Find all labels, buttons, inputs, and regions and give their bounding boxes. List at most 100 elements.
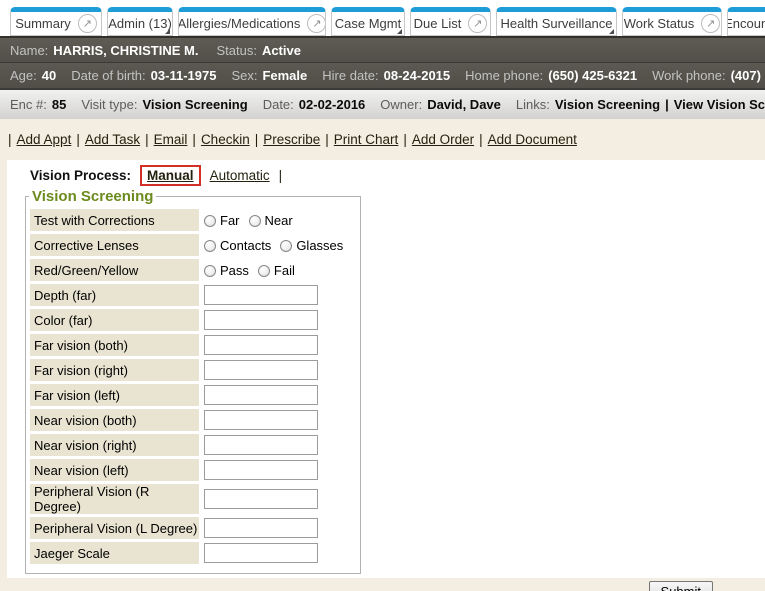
input-peripheral-vision-l-degree[interactable] (204, 518, 318, 538)
field-value: Far Near (201, 209, 352, 231)
encounter-label: Date: (263, 97, 294, 112)
tab-label: Work Status (624, 16, 695, 31)
radio-fail[interactable] (258, 265, 270, 277)
field-value (201, 434, 352, 456)
action-link-add-document[interactable]: Add Document (488, 132, 577, 147)
table-row: Peripheral Vision (L Degree) (30, 517, 352, 539)
links-separator: | (479, 132, 483, 147)
demographics-bar: Age:40Date of birth:03-11-1975Sex:Female… (0, 62, 765, 88)
field-value (201, 384, 352, 406)
vision-screening-table: Test with CorrectionsFarNearCorrective L… (28, 206, 354, 567)
demographic-label: Sex: (231, 68, 257, 83)
field-value (201, 459, 352, 481)
encounter-pair: Visit type:Vision Screening (81, 97, 247, 112)
tab-allergies-medications[interactable]: Allergies/Medications ↗ (178, 7, 326, 36)
input-far-vision-left[interactable] (204, 385, 318, 405)
encounter-pair: Enc #:85 (10, 97, 66, 112)
dropdown-corner-icon (609, 29, 614, 34)
demographic-label: Home phone: (465, 68, 543, 83)
table-row: Near vision (right) (30, 434, 352, 456)
popout-icon[interactable]: ↗ (78, 14, 97, 33)
encounter-value: David, Dave (427, 97, 501, 112)
table-row: Near vision (both) (30, 409, 352, 431)
radio-near[interactable] (249, 215, 261, 227)
input-color-far[interactable] (204, 310, 318, 330)
status-label: Status: (216, 43, 256, 58)
input-jaeger-scale[interactable] (204, 543, 318, 563)
field-label: Near vision (right) (30, 434, 199, 456)
action-link-email[interactable]: Email (154, 132, 188, 147)
tab-label: Allergies/Medications (178, 16, 300, 31)
tab-label: Health Surveillance (501, 16, 613, 31)
popout-icon[interactable]: ↗ (701, 14, 720, 33)
field-label: Far vision (left) (30, 384, 199, 406)
demographic-pair: Age:40 (10, 68, 56, 83)
encounter-value: Vision Screening (142, 97, 247, 112)
action-link-prescribe[interactable]: Prescribe (263, 132, 320, 147)
radio-glasses[interactable] (280, 240, 292, 252)
encounter-value: 02-02-2016 (299, 97, 366, 112)
field-label: Test with Corrections (30, 209, 199, 231)
tab-label: Encounters (727, 16, 765, 31)
radio-label-near: Near (265, 213, 293, 228)
table-row: Jaeger Scale (30, 542, 352, 564)
dropdown-corner-icon (165, 29, 170, 34)
status-value: Active (262, 43, 301, 58)
input-far-vision-right[interactable] (204, 360, 318, 380)
input-near-vision-both[interactable] (204, 410, 318, 430)
vision-process-separator: | (279, 168, 283, 183)
submit-row: Submit (7, 581, 765, 591)
vision-process-row: Vision Process: Manual Automatic | (30, 165, 765, 186)
tab-bar: Summary↗Admin (13) Allergies/Medications ↗… (0, 0, 765, 36)
encounter-label: Owner: (380, 97, 422, 112)
action-link-add-task[interactable]: Add Task (85, 132, 140, 147)
links-label: Links: (516, 97, 550, 112)
demographic-pair: Date of birth:03-11-1975 (71, 68, 216, 83)
demographic-value: 08-24-2015 (384, 68, 451, 83)
field-value (201, 334, 352, 356)
action-link-checkin[interactable]: Checkin (201, 132, 250, 147)
tab-admin-13[interactable]: Admin (13) (107, 7, 173, 36)
submit-button[interactable]: Submit (649, 581, 713, 591)
table-row: Far vision (left) (30, 384, 352, 406)
demographic-pair: Hire date:08-24-2015 (322, 68, 450, 83)
tab-health-surveillance[interactable]: Health Surveillance (496, 7, 617, 36)
input-peripheral-vision-r-degree[interactable] (204, 489, 318, 509)
encounter-bar: Enc #:85 Visit type:Vision Screening Date:… (0, 88, 765, 119)
tab-case-mgmt[interactable]: Case Mgmt (331, 7, 405, 36)
tab-summary[interactable]: Summary↗ (10, 7, 102, 36)
links-separator: | (76, 132, 80, 147)
input-near-vision-right[interactable] (204, 435, 318, 455)
radio-far[interactable] (204, 215, 216, 227)
manual-link[interactable]: Manual (147, 168, 194, 183)
popout-icon[interactable]: ↗ (307, 14, 326, 33)
field-label: Far vision (right) (30, 359, 199, 381)
radio-label-far: Far (220, 213, 240, 228)
table-row: Near vision (left) (30, 459, 352, 481)
tab-due-list[interactable]: Due List↗ (410, 7, 491, 36)
link-vision-screening[interactable]: Vision Screening (555, 97, 660, 112)
tab-encounters[interactable]: Encounters (727, 7, 765, 36)
input-near-vision-left[interactable] (204, 460, 318, 480)
demographic-pair: Home phone:(650) 425-6321 (465, 68, 637, 83)
input-depth-far[interactable] (204, 285, 318, 305)
tab-work-status[interactable]: Work Status ↗ (622, 7, 722, 36)
automatic-link[interactable]: Automatic (210, 168, 270, 183)
links-separator: | (145, 132, 149, 147)
link-view-vision-screening[interactable]: View Vision Screening (674, 97, 765, 112)
action-link-print-chart[interactable]: Print Chart (334, 132, 399, 147)
field-label: Red/Green/Yellow (30, 259, 199, 281)
field-label: Near vision (both) (30, 409, 199, 431)
content-panel: Vision Process: Manual Automatic | Visio… (7, 160, 765, 578)
field-label: Depth (far) (30, 284, 199, 306)
action-link-add-order[interactable]: Add Order (412, 132, 474, 147)
vision-process-label: Vision Process: (30, 168, 131, 183)
input-far-vision-both[interactable] (204, 335, 318, 355)
field-value (201, 284, 352, 306)
links-separator: | (192, 132, 196, 147)
dropdown-corner-icon (397, 29, 402, 34)
action-link-add-appt[interactable]: Add Appt (17, 132, 72, 147)
radio-pass[interactable] (204, 265, 216, 277)
popout-icon[interactable]: ↗ (468, 14, 487, 33)
radio-contacts[interactable] (204, 240, 216, 252)
